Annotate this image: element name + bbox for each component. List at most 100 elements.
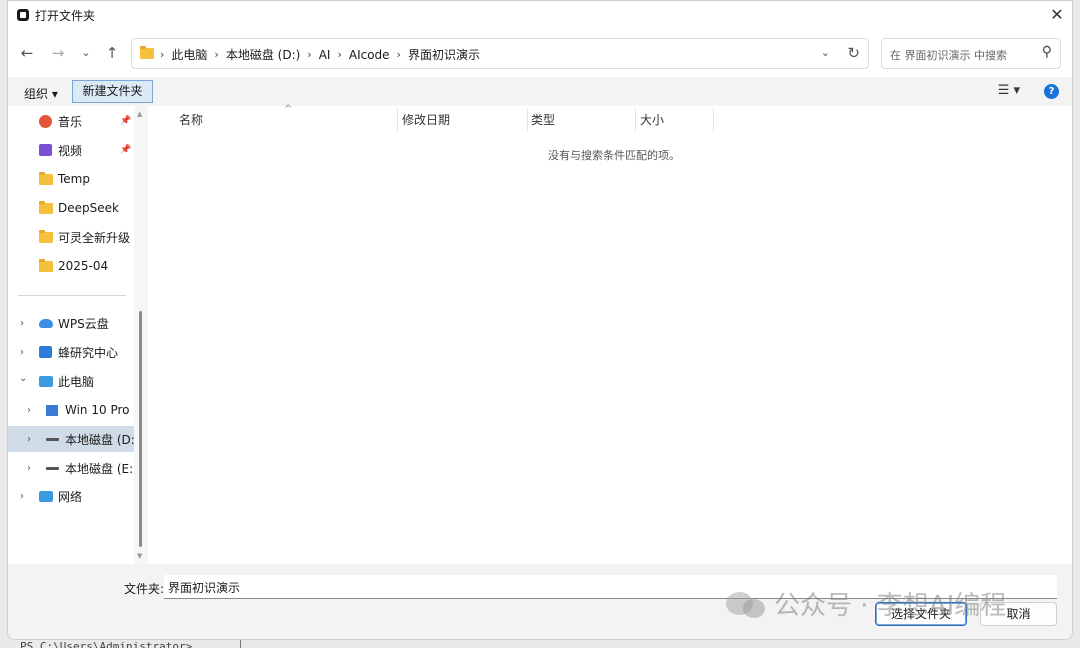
file-list: 名称 ^ 修改日期 类型 大小 没有与搜索条件匹配的项。 [148, 104, 1072, 564]
chevron-right-icon[interactable]: › [27, 463, 31, 474]
close-icon[interactable]: ✕ [1042, 1, 1072, 29]
column-divider[interactable] [527, 108, 528, 132]
new-folder-button[interactable]: 新建文件夹 [72, 80, 153, 103]
sidebar-item-music[interactable]: 音乐 📌 [8, 108, 134, 134]
cloud-icon [39, 318, 53, 328]
sidebar-item-temp[interactable]: Temp [8, 166, 134, 192]
breadcrumb-item[interactable]: 界面初识演示 [408, 46, 480, 63]
breadcrumb-separator-icon: › [396, 48, 401, 61]
chevron-down-icon[interactable]: ⌄ [19, 373, 27, 384]
sidebar-item-2025-04[interactable]: 2025-04 [8, 253, 134, 279]
chevron-right-icon[interactable]: › [27, 434, 31, 445]
breadcrumb-item[interactable]: 此电脑 [171, 46, 207, 63]
column-header-label: 类型 [531, 113, 556, 127]
folder-name-input[interactable]: 界面初识演示 [164, 575, 1057, 599]
sidebar-item-label: 视频 [58, 143, 83, 158]
breadcrumb-separator-icon: › [337, 48, 342, 61]
scroll-down-icon[interactable]: ▼ [137, 552, 142, 560]
scroll-up-icon[interactable]: ▲ [137, 110, 142, 118]
drive-icon [46, 437, 59, 441]
navigation-bar: ← → ⌄ ↑ › 此电脑 › 本地磁盘 (D:) › AI › AIcode … [8, 29, 1072, 77]
title-bar: 打开文件夹 ✕ [8, 1, 1072, 29]
breadcrumb-separator-icon: › [214, 48, 219, 61]
sidebar-scrollbar[interactable]: ▲ ▼ [134, 106, 148, 564]
search-input[interactable]: 在 界面初识演示 中搜索 [890, 47, 1007, 63]
terminal-border [240, 640, 241, 648]
sidebar-item-network[interactable]: › 网络 [8, 483, 134, 509]
column-divider[interactable] [397, 108, 398, 132]
sidebar-item-label: 音乐 [58, 114, 83, 129]
search-icon[interactable]: ⚲ [1042, 44, 1052, 60]
sidebar-item-label: 本地磁盘 (D:) [65, 432, 134, 447]
sidebar-divider [18, 295, 126, 296]
search-box[interactable]: 在 界面初识演示 中搜索 ⚲ [881, 38, 1061, 69]
sidebar-item-label: Win 10 Pro x6 [65, 403, 134, 417]
sidebar-item-research-center[interactable]: › 蜂研究中心 [8, 339, 134, 365]
pin-icon[interactable]: 📌 [120, 116, 131, 126]
empty-folder-message: 没有与搜索条件匹配的项。 [548, 149, 680, 162]
help-icon[interactable]: ? [1044, 84, 1059, 99]
folder-icon [140, 46, 154, 59]
column-divider[interactable] [635, 108, 636, 132]
up-arrow-icon[interactable]: ↑ [102, 43, 122, 63]
folder-icon [39, 171, 53, 185]
address-dropdown-chevron-icon[interactable]: ⌄ [821, 46, 830, 59]
sidebar-item-label: 网络 [58, 489, 83, 504]
sidebar-item-drive-d[interactable]: › 本地磁盘 (D:) [8, 426, 134, 452]
select-folder-button[interactable]: 选择文件夹 [875, 602, 967, 626]
breadcrumb-item[interactable]: AI [319, 48, 331, 62]
breadcrumb-separator-icon: › [307, 48, 312, 61]
folder-icon [39, 258, 53, 272]
cancel-button[interactable]: 取消 [980, 602, 1057, 626]
view-options-icon[interactable]: ☰ ▾ [998, 83, 1020, 98]
folder-field-label: 文件夹: [124, 582, 165, 596]
window-title: 打开文件夹 [35, 9, 96, 23]
pin-icon[interactable]: 📌 [120, 145, 131, 155]
column-divider[interactable] [713, 108, 714, 132]
terminal-prompt: PS C:\Users\Administrator> [20, 640, 193, 648]
sidebar-item-label: WPS云盘 [58, 316, 109, 331]
refresh-icon[interactable]: ↻ [847, 44, 860, 62]
column-header-date-modified[interactable]: 修改日期 [402, 106, 527, 132]
recent-locations-chevron-icon[interactable]: ⌄ [76, 43, 96, 63]
forward-arrow-icon[interactable]: → [48, 43, 68, 63]
column-header-label: 修改日期 [402, 113, 451, 127]
sidebar-item-label: 可灵全新升级 [58, 230, 131, 245]
chevron-right-icon[interactable]: › [20, 318, 24, 329]
open-folder-dialog: 打开文件夹 ✕ ← → ⌄ ↑ › 此电脑 › 本地磁盘 (D:) › AI ›… [7, 0, 1073, 640]
sidebar-item-label: Temp [58, 172, 90, 186]
chevron-right-icon[interactable]: › [27, 405, 31, 416]
windows-icon [46, 404, 58, 416]
sidebar-item-win10-drive[interactable]: › Win 10 Pro x6 [8, 397, 134, 423]
sidebar-item-videos[interactable]: 视频 📌 [8, 137, 134, 163]
folder-icon [39, 229, 53, 243]
folder-icon [39, 200, 53, 214]
sidebar-item-label: 蜂研究中心 [58, 345, 119, 360]
column-header-type[interactable]: 类型 [531, 106, 635, 132]
sidebar-item-drive-e[interactable]: › 本地磁盘 (E:) [8, 455, 134, 481]
drive-icon [46, 466, 59, 470]
navigation-pane: 音乐 📌 视频 📌 Temp DeepSeek 可灵全新升级 2025-04 › [8, 106, 134, 564]
sidebar-item-label: 此电脑 [58, 374, 95, 389]
scrollbar-thumb[interactable] [139, 311, 142, 547]
sidebar-item-label: 2025-04 [58, 259, 109, 273]
sidebar-item-label: 本地磁盘 (E:) [65, 461, 134, 476]
lab-icon [39, 346, 52, 358]
chevron-right-icon[interactable]: › [20, 491, 24, 502]
sidebar-item-wps-cloud[interactable]: › WPS云盘 [8, 310, 134, 336]
sidebar-item-label: DeepSeek [58, 201, 119, 215]
breadcrumb-item[interactable]: 本地磁盘 (D:) [226, 46, 300, 63]
video-icon [39, 144, 52, 156]
music-icon [39, 114, 52, 128]
chevron-right-icon[interactable]: › [20, 347, 24, 358]
breadcrumb-item[interactable]: AIcode [349, 48, 390, 62]
command-toolbar: 组织 ▾ 新建文件夹 ☰ ▾ ? [8, 77, 1072, 106]
sidebar-item-deepseek[interactable]: DeepSeek [8, 195, 134, 221]
sidebar-item-this-pc[interactable]: ⌄ 此电脑 [8, 368, 134, 394]
column-header-size[interactable]: 大小 [640, 106, 710, 132]
address-bar[interactable]: › 此电脑 › 本地磁盘 (D:) › AI › AIcode › 界面初识演示… [131, 38, 869, 69]
organize-menu-button[interactable]: 组织 ▾ [24, 85, 58, 102]
back-arrow-icon[interactable]: ← [17, 43, 37, 63]
breadcrumb: › 此电脑 › 本地磁盘 (D:) › AI › AIcode › 界面初识演示 [160, 46, 480, 63]
sidebar-item-kling[interactable]: 可灵全新升级 [8, 224, 134, 250]
